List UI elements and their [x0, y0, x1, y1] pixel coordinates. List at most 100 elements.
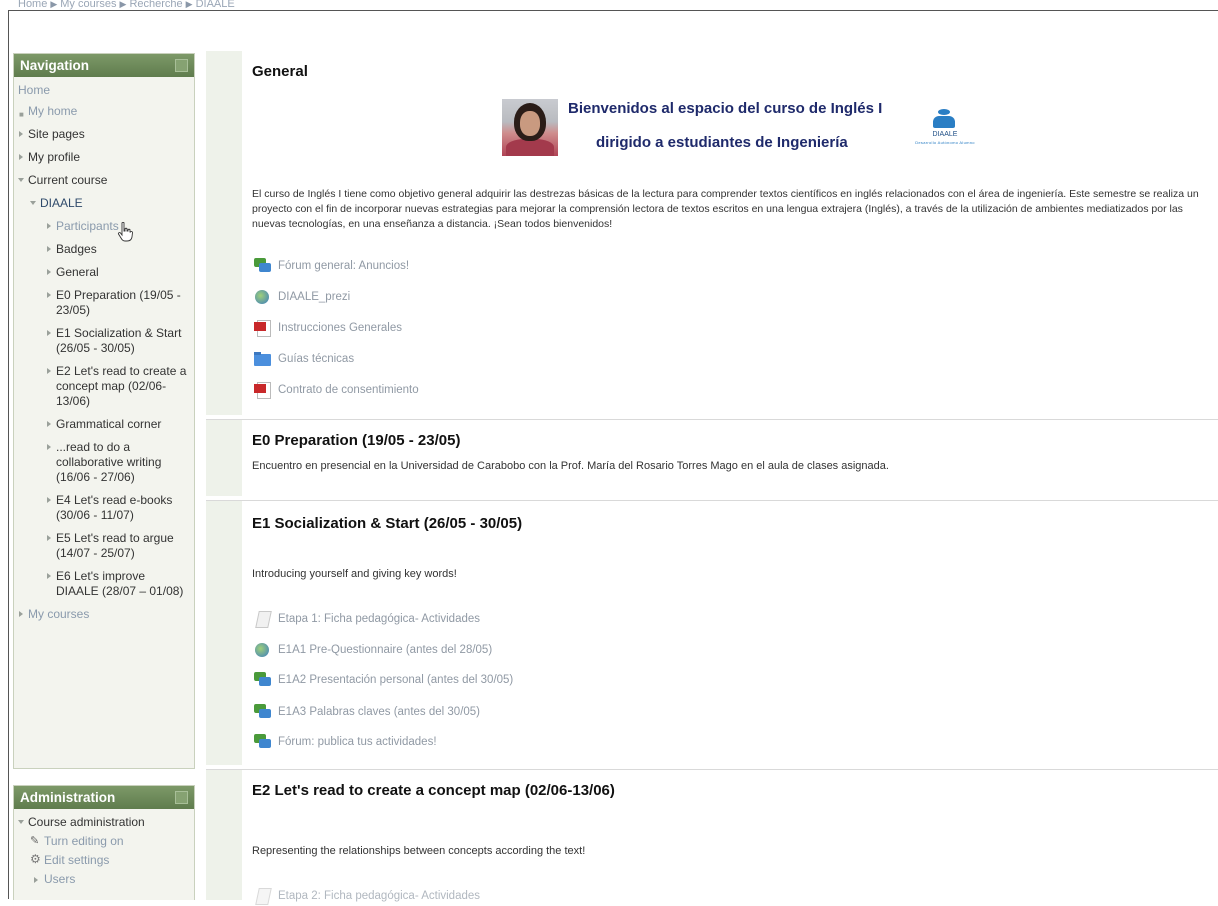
activity-label: E1A2 Presentación personal (antes del 30… — [278, 674, 514, 686]
forum-icon — [254, 704, 272, 720]
banner-line-2: dirigido a estudiantes de Ingeniería — [596, 134, 848, 151]
nav-label: E2 Let's read to create a concept map (0… — [56, 364, 187, 408]
expand-arrow-icon[interactable] — [47, 497, 51, 503]
hand-cursor-icon — [117, 222, 133, 242]
collapse-icon[interactable] — [175, 791, 188, 804]
activity-label: E1A3 Palabras claves (antes del 30/05) — [278, 706, 481, 718]
activity-e1a1[interactable]: E1A1 Pre-Questionnaire (antes del 28/05) — [254, 640, 492, 660]
breadcrumb-separator: ▶ — [119, 0, 127, 9]
admin-label: Users — [44, 872, 76, 886]
expand-arrow-icon[interactable] — [47, 444, 51, 450]
admin-item-edit-settings[interactable]: ⚙ Edit settings — [14, 851, 194, 870]
nav-label: Home — [18, 83, 51, 97]
navigation-block: Navigation Home ■ My home Site pages My p… — [13, 53, 195, 769]
collapse-arrow-icon[interactable] — [30, 201, 36, 205]
nav-item-e2[interactable]: E2 Let's read to create a concept map (0… — [14, 360, 194, 413]
nav-label: My courses — [28, 607, 90, 621]
section-gutter — [206, 501, 242, 765]
activity-forum-general[interactable]: Fórum general: Anuncios! — [254, 256, 409, 276]
nav-item-site-pages[interactable]: Site pages — [14, 123, 194, 146]
nav-item-e0[interactable]: E0 Preparation (19/05 - 23/05) — [14, 284, 194, 322]
section-gutter — [206, 420, 242, 496]
expand-arrow-icon[interactable] — [19, 154, 23, 160]
collapse-arrow-icon[interactable] — [18, 178, 24, 182]
activity-e1a2[interactable]: E1A2 Presentación personal (antes del 30… — [254, 670, 513, 690]
nav-item-my-profile[interactable]: My profile — [14, 146, 194, 169]
activity-e1a3[interactable]: E1A3 Palabras claves (antes del 30/05) — [254, 702, 480, 722]
collapse-icon[interactable] — [175, 59, 188, 72]
expand-arrow-icon[interactable] — [47, 368, 51, 374]
pdf-icon — [254, 320, 272, 337]
expand-arrow-icon[interactable] — [19, 131, 23, 137]
activity-etapa2[interactable]: Etapa 2: Ficha pedagógica- Actividades — [254, 886, 480, 906]
admin-item-course-administration[interactable]: Course administration — [14, 813, 194, 832]
activity-label: Etapa 2: Ficha pedagógica- Actividades — [278, 890, 481, 902]
expand-arrow-icon[interactable] — [34, 877, 38, 883]
nav-label: My profile — [28, 150, 81, 164]
forum-icon — [254, 672, 272, 688]
nav-item-home[interactable]: Home — [14, 81, 194, 100]
nav-item-my-courses[interactable]: My courses — [14, 603, 194, 626]
breadcrumb-recherche[interactable]: Recherche — [129, 0, 182, 10]
admin-item-turn-editing-on[interactable]: ✎ Turn editing on — [14, 832, 194, 851]
expand-arrow-icon[interactable] — [47, 223, 51, 229]
nav-item-participants[interactable]: Participants — [14, 215, 194, 238]
breadcrumb-home[interactable]: Home — [18, 0, 47, 10]
breadcrumb-my-courses[interactable]: My courses — [60, 0, 116, 10]
nav-item-my-home[interactable]: ■ My home — [14, 100, 194, 123]
nav-item-general[interactable]: General — [14, 261, 194, 284]
nav-label: E5 Let's read to argue (14/07 - 25/07) — [56, 531, 174, 560]
nav-item-grammatical-corner[interactable]: Grammatical corner — [14, 413, 194, 436]
nav-label: My home — [28, 104, 78, 118]
expand-arrow-icon[interactable] — [47, 292, 51, 298]
section-description: Representing the relationships between c… — [252, 845, 586, 857]
section-e1: E1 Socialization & Start (26/05 - 30/05)… — [206, 500, 1218, 765]
activity-label: Fórum general: Anuncios! — [278, 260, 410, 272]
nav-label: General — [56, 265, 99, 279]
section-gutter — [206, 770, 242, 900]
expand-arrow-icon[interactable] — [47, 573, 51, 579]
nav-item-diaale[interactable]: DIAALE — [14, 192, 194, 215]
section-description: El curso de Inglés I tiene como objetivo… — [252, 188, 1199, 230]
banner-line-1: Bienvenidos al espacio del curso de Ingl… — [568, 100, 883, 117]
navigation-title: Navigation — [20, 58, 90, 73]
navigation-list: Home ■ My home Site pages My profile Curr… — [14, 77, 194, 632]
nav-item-e6[interactable]: E6 Let's improve DIAALE (28/07 – 01/08) — [14, 565, 194, 603]
activity-guias-tecnicas[interactable]: Guías técnicas — [254, 349, 354, 369]
expand-arrow-icon[interactable] — [47, 421, 51, 427]
activity-diaale-prezi[interactable]: DIAALE_prezi — [254, 287, 350, 307]
nav-item-current-course[interactable]: Current course — [14, 169, 194, 192]
nav-item-e1[interactable]: E1 Socialization & Start (26/05 - 30/05) — [14, 322, 194, 360]
collapse-arrow-icon[interactable] — [18, 820, 24, 824]
section-e0: E0 Preparation (19/05 - 23/05) Encuentro… — [206, 419, 1218, 496]
forum-icon — [254, 734, 272, 750]
nav-item-e3[interactable]: ...read to do a collaborative writing (1… — [14, 436, 194, 489]
nav-item-e4[interactable]: E4 Let's read e-books (30/06 - 11/07) — [14, 489, 194, 527]
expand-arrow-icon[interactable] — [47, 269, 51, 275]
activity-instrucciones[interactable]: Instrucciones Generales — [254, 318, 402, 338]
nav-label: Badges — [56, 242, 97, 256]
admin-item-users[interactable]: Users — [14, 870, 194, 889]
window-frame-top — [8, 10, 1218, 11]
pencil-icon: ✎ — [30, 835, 40, 847]
expand-arrow-icon[interactable] — [47, 330, 51, 336]
logo-subtext: Desarrollo Autónomo Alumno — [915, 140, 975, 145]
expand-arrow-icon[interactable] — [47, 246, 51, 252]
breadcrumb-diaale[interactable]: DIAALE — [196, 0, 235, 10]
section-e2: E2 Let's read to create a concept map (0… — [206, 769, 1218, 902]
expand-arrow-icon[interactable] — [19, 611, 23, 617]
activity-etapa1[interactable]: Etapa 1: Ficha pedagógica- Actividades — [254, 609, 480, 629]
activity-forum-publica[interactable]: Fórum: publica tus actividades! — [254, 732, 437, 752]
section-description: Introducing yourself and giving key word… — [252, 568, 457, 580]
nav-item-badges[interactable]: Badges — [14, 238, 194, 261]
nav-item-e5[interactable]: E5 Let's read to argue (14/07 - 25/07) — [14, 527, 194, 565]
section-gutter — [206, 51, 242, 415]
section-title: E2 Let's read to create a concept map (0… — [252, 782, 615, 799]
section-title: E1 Socialization & Start (26/05 - 30/05) — [252, 515, 523, 532]
activity-contrato[interactable]: Contrato de consentimiento — [254, 380, 419, 400]
folder-icon — [254, 351, 272, 367]
section-general: General Bienvenidos al espacio del curso… — [206, 51, 1218, 415]
admin-label: Edit settings — [44, 853, 110, 867]
photo-body — [506, 139, 554, 156]
expand-arrow-icon[interactable] — [47, 535, 51, 541]
